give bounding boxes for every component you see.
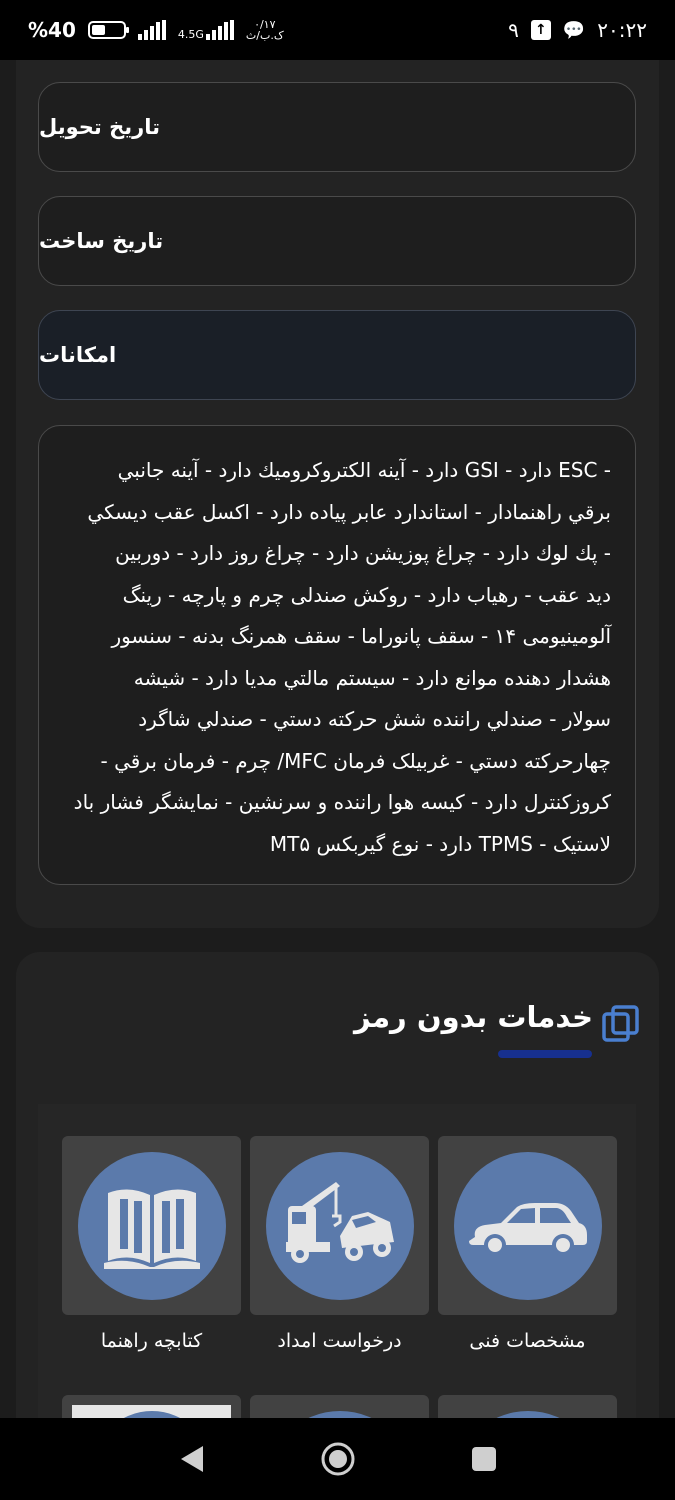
network-type: 4.5G: [177, 28, 204, 41]
nav-bar: [0, 1418, 675, 1500]
features-line: ديد عقب - رهياب دارد - روكش صندلی چرم و …: [122, 582, 611, 607]
network-block: 4.5G: [178, 20, 234, 40]
service-tile-partial[interactable]: [250, 1395, 429, 1418]
chat-icon: 💬: [562, 19, 586, 41]
features-line: هشدار دهنده موانع دارد - سيستم مالتي مدي…: [133, 665, 611, 690]
features-line: كروزكنترل دارد - كيسه هوا راننده و سرنشي…: [73, 790, 611, 814]
service-tile-partial[interactable]: [438, 1395, 617, 1418]
service-label-specs: مشخصات فنی: [469, 1330, 586, 1352]
signal-2-icon: [205, 20, 234, 40]
car-icon: [468, 1202, 587, 1256]
features-line: - ESC دارد - GSI دارد - آينه الكتروكرومي…: [117, 458, 611, 482]
notification-count: ۹: [508, 18, 519, 42]
service-label-rescue: درخواست امداد: [277, 1330, 402, 1352]
battery-icon: [87, 21, 129, 39]
back-icon[interactable]: [177, 1444, 207, 1474]
delivery-date-field[interactable]: تاريخ تحويل: [38, 82, 636, 172]
status-right: ۹ ↑ 💬 ۲۰:۲۲: [508, 18, 647, 42]
features-line: سولار - صندلي راننده شش حركته دستي - صند…: [138, 707, 611, 731]
build-date-field[interactable]: تاريخ ساخت: [38, 196, 636, 286]
battery-fill: [91, 25, 106, 35]
book-icon: [103, 1188, 200, 1269]
upload-icon: ↑: [530, 20, 551, 40]
features-label: امکانات: [39, 343, 117, 367]
service-label-manual: کتابچه راهنما: [100, 1330, 203, 1352]
service-tile-manual[interactable]: [62, 1136, 241, 1315]
services-title: خدمات بدون رمز: [354, 1000, 593, 1034]
features-textarea[interactable]: - ESC دارد - GSI دارد - آينه الكتروكرومي…: [38, 425, 636, 885]
icon-circle: [453, 1151, 602, 1300]
features-line: لاستيک - TPMS دارد - نوع گيربكس MT۵: [269, 831, 611, 856]
title-underline: [498, 1050, 592, 1058]
copy-icon: [602, 1005, 639, 1042]
build-date-label: تاريخ ساخت: [39, 229, 164, 253]
features-line: چهارحركته دستي - غربيلک فرمان MFC/ چرم -…: [100, 748, 612, 773]
service-tile-partial[interactable]: [62, 1395, 241, 1418]
home-icon[interactable]: [320, 1441, 356, 1477]
features-line: - پك لوك دارد - چراغ پوزيشن دارد - چراغ …: [115, 541, 611, 565]
service-tile-rescue[interactable]: [250, 1136, 429, 1315]
icon-circle: [265, 1151, 414, 1300]
signal-icon: [137, 20, 166, 40]
icon-circle: [77, 1151, 226, 1300]
recents-icon[interactable]: [470, 1445, 498, 1473]
clock: ۲۰:۲۲: [597, 18, 647, 42]
data-rate: ۰/۱۷ ک.ب/ث: [246, 19, 284, 41]
features-line: آلومينيومی ۱۴ - سقف پانوراما - سقف همرنگ…: [111, 624, 611, 648]
battery-percent: %40: [28, 18, 76, 42]
status-left: %40 4.5G ۰/۱۷ ک.ب/ث: [28, 18, 284, 42]
service-tile-specs[interactable]: [438, 1136, 617, 1315]
features-field[interactable]: امکانات: [38, 310, 636, 400]
status-bar: %40 4.5G ۰/۱۷ ک.ب/ث ۹ ↑ 💬 ۲۰:۲۲: [0, 0, 675, 60]
tow-truck-icon: [285, 1181, 394, 1263]
data-rate-unit: ک.ب/ث: [245, 29, 284, 42]
delivery-date-label: تاريخ تحويل: [39, 115, 161, 139]
features-line: برقي راهنمادار - استاندارد عابر پياده دا…: [87, 499, 611, 524]
